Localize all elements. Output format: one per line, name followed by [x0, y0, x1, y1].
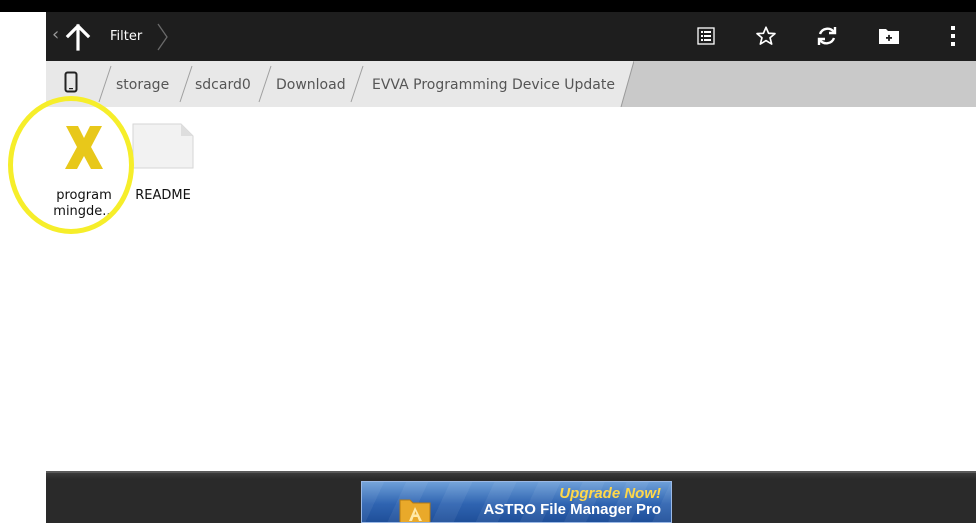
star-icon [756, 26, 776, 45]
new-folder-icon [879, 29, 899, 44]
breadcrumb-separator [98, 65, 112, 103]
up-arrow-icon[interactable] [64, 23, 92, 51]
breadcrumb-item-evva[interactable]: EVVA Programming Device Update [372, 76, 615, 94]
status-strip [0, 0, 976, 12]
astro-logo-icon [399, 499, 431, 522]
file-item-programmingdevice[interactable]: program mingde... [44, 120, 124, 220]
breadcrumb-separator [350, 65, 364, 103]
action-bar: ‹ Filter [46, 12, 976, 61]
breadcrumb-end [614, 61, 634, 107]
upgrade-ad-banner[interactable]: Upgrade Now! ASTRO File Manager Pro [361, 481, 672, 523]
bookmark-button[interactable] [752, 22, 780, 50]
x-app-icon [65, 126, 103, 169]
file-name-line2: mingde... [53, 204, 115, 219]
breadcrumb-separator [179, 65, 193, 103]
file-name-line1: README [135, 188, 191, 203]
breadcrumb: storage sdcard0 Download EVVA Programmin… [46, 61, 976, 107]
astro-file-manager-screen: ‹ Filter storage sdcard0 Download EVVA P… [0, 0, 976, 523]
document-icon [132, 123, 194, 169]
refresh-icon [817, 27, 837, 45]
filter-chevron-icon [157, 23, 168, 51]
device-phone-icon[interactable] [64, 71, 78, 93]
breadcrumb-separator [258, 65, 272, 103]
list-view-icon [697, 27, 715, 45]
new-folder-button[interactable] [875, 22, 903, 50]
file-name-line1: program [56, 188, 112, 203]
filter-button[interactable]: Filter [110, 28, 142, 46]
refresh-button[interactable] [813, 22, 841, 50]
breadcrumb-item-download[interactable]: Download [276, 76, 346, 94]
breadcrumb-item-storage[interactable]: storage [116, 76, 169, 94]
back-chevron-icon[interactable]: ‹ [52, 24, 59, 46]
file-item-readme[interactable]: README [123, 120, 203, 204]
ad-product-name: ASTRO File Manager Pro [483, 501, 661, 518]
breadcrumb-item-sdcard0[interactable]: sdcard0 [195, 76, 251, 94]
list-view-button[interactable] [692, 22, 720, 50]
overflow-menu-icon [951, 26, 955, 46]
overflow-menu-button[interactable] [939, 22, 967, 50]
